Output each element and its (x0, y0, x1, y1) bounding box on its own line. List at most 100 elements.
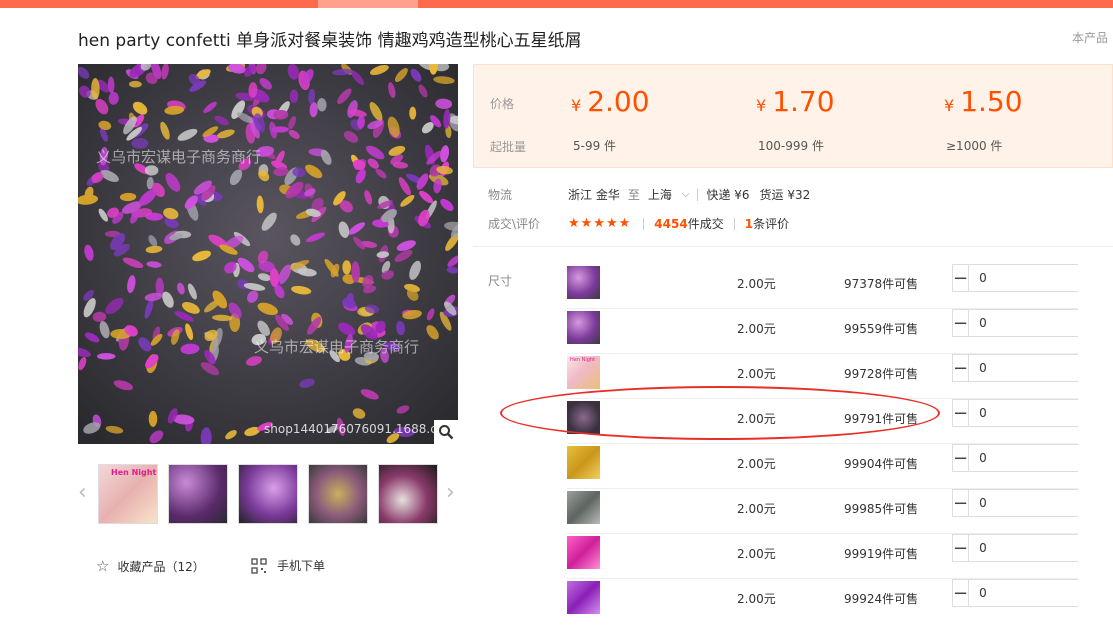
sku-row: 2.00元 97378件可售 − + (567, 264, 1113, 309)
zoom-icon[interactable] (434, 420, 458, 444)
top-nav-active-tab[interactable] (318, 0, 418, 8)
rating-stars-icon: ★★★★★ (568, 216, 632, 231)
minus-icon[interactable]: − (953, 265, 970, 291)
quantity-input[interactable] (969, 265, 1113, 291)
sku-thumb-label: Hen Night (570, 357, 596, 363)
corner-note: 本产品 (1072, 31, 1109, 45)
quantity-input[interactable] (969, 490, 1113, 516)
sku-stock: 97378件可售 (844, 277, 919, 291)
sku-row: 2.00元 99985件可售 − + (567, 489, 1113, 534)
quantity-input[interactable] (969, 445, 1113, 471)
section-divider (473, 246, 1113, 247)
size-label: 尺寸 (488, 274, 513, 288)
price-label: 价格 (490, 97, 515, 111)
sku-row: Hen Night 2.00元 99728件可售 − + (567, 354, 1113, 399)
sku-row: 2.00元 99559件可售 − + (567, 309, 1113, 354)
logistics-label: 物流 (488, 188, 513, 202)
minus-icon[interactable]: − (953, 535, 970, 561)
sku-stock: 99919件可售 (844, 547, 919, 561)
favorite-button[interactable]: ☆ 收藏产品（12） (96, 557, 205, 575)
sku-row: 2.00元 99791件可售 − + (567, 399, 1113, 444)
chevron-down-icon: ⌵ (681, 189, 690, 200)
sku-price: 2.00元 (737, 412, 776, 426)
thumb-prev-icon[interactable]: ‹ (78, 480, 87, 505)
logistics-row: 浙江 金华 至 上海 ⌵ 快递 ¥6 货运 ¥32 (568, 186, 810, 203)
watermark-shop-url: shop1440176076091.1688.co (264, 422, 445, 436)
minus-icon[interactable]: − (953, 400, 970, 426)
sku-thumbnail[interactable] (567, 491, 600, 524)
qr-code-icon (251, 557, 267, 574)
deals-label: 成交\评价 (488, 217, 541, 231)
mobile-order-button[interactable]: 手机下单 (251, 557, 325, 574)
minus-icon[interactable]: − (953, 310, 970, 336)
sku-thumbnail[interactable] (567, 536, 600, 569)
logistics-from: 浙江 金华 (568, 188, 620, 202)
sku-thumbnail[interactable] (567, 581, 600, 614)
sku-stock: 99791件可售 (844, 412, 919, 426)
sku-thumbnail[interactable]: Hen Night (567, 356, 600, 389)
thumbnail-3[interactable] (238, 464, 298, 524)
thumbnail-1-label: Hen Night (111, 468, 157, 477)
thumbnail-strip: Hen Night (98, 464, 438, 524)
quantity-stepper: − + (952, 309, 1113, 337)
logistics-to: 上海 (647, 188, 672, 202)
quantity-stepper: − + (952, 354, 1113, 382)
qty-tier-2: 100-999 件 (758, 139, 824, 153)
watermark-top: 义乌市宏谋电子商务商行 (96, 148, 262, 166)
logistics-to-word: 至 (627, 188, 640, 202)
qty-tier-1: 5-99 件 (573, 139, 617, 153)
quantity-stepper: − + (952, 264, 1113, 292)
sku-thumbnail[interactable] (567, 266, 600, 299)
quantity-stepper: − + (952, 534, 1113, 562)
minus-icon[interactable]: − (953, 490, 970, 516)
quantity-input[interactable] (969, 580, 1113, 606)
reviews-link[interactable]: 1条评价 (745, 215, 789, 232)
price-box: 价格 起批量 ¥2.00 ¥1.70 ¥1.50 5-99 件 100-999 … (473, 64, 1113, 168)
price-tier-3: ¥1.50 (944, 85, 1023, 118)
thumbnail-1[interactable]: Hen Night (98, 464, 158, 524)
sku-stock: 99924件可售 (844, 592, 919, 606)
quantity-input[interactable] (969, 535, 1113, 561)
thumb-next-icon[interactable]: › (446, 480, 455, 505)
sku-stock: 99728件可售 (844, 367, 919, 381)
quantity-stepper: − + (952, 579, 1113, 607)
favorite-label: 收藏产品（12） (117, 559, 205, 574)
minus-icon[interactable]: − (953, 445, 970, 471)
sku-price: 2.00元 (737, 592, 776, 606)
confetti-pattern (78, 64, 458, 444)
quantity-input[interactable] (969, 310, 1113, 336)
sku-stock: 99559件可售 (844, 322, 919, 336)
sku-thumbnail[interactable] (567, 311, 600, 344)
sku-price: 2.00元 (737, 367, 776, 381)
minus-icon[interactable]: − (953, 580, 970, 606)
sku-price: 2.00元 (737, 457, 776, 471)
freight-fee: 货运 ¥32 (759, 188, 811, 202)
thumbnail-5[interactable] (378, 464, 438, 524)
thumbnail-4[interactable] (308, 464, 368, 524)
quantity-input[interactable] (969, 355, 1113, 381)
deals-count-link[interactable]: 4454件成交 (654, 215, 723, 232)
sku-stock: 99985件可售 (844, 502, 919, 516)
quantity-stepper: − + (952, 399, 1113, 427)
main-product-image[interactable]: 义乌市宏谋电子商务商行 义乌市宏谋电子商务商行 shop144017607609… (78, 64, 458, 444)
sku-price: 2.00元 (737, 502, 776, 516)
sku-price: 2.00元 (737, 547, 776, 561)
thumbnail-2[interactable] (168, 464, 228, 524)
sku-thumbnail[interactable] (567, 446, 600, 479)
qty-tier-3: ≥1000 件 (946, 139, 1003, 153)
star-outline-icon: ☆ (96, 557, 110, 575)
quantity-stepper: − + (952, 444, 1113, 472)
logistics-destination-select[interactable]: 上海 ⌵ (648, 186, 690, 203)
sku-price: 2.00元 (737, 277, 776, 291)
sku-price: 2.00元 (737, 322, 776, 336)
top-nav-bar (0, 0, 1113, 8)
moq-label: 起批量 (490, 140, 527, 154)
product-title: hen party confetti 单身派对餐桌装饰 情趣鸡鸡造型桃心五星纸屑 (78, 31, 582, 51)
watermark-middle: 义乌市宏谋电子商务商行 (254, 338, 420, 356)
sku-stock: 99904件可售 (844, 457, 919, 471)
minus-icon[interactable]: − (953, 355, 970, 381)
sku-thumbnail[interactable] (567, 401, 600, 434)
quantity-input[interactable] (969, 400, 1113, 426)
deals-row: ★★★★★ 4454件成交 1条评价 (568, 215, 789, 232)
express-fee: 快递 ¥6 (706, 188, 750, 202)
